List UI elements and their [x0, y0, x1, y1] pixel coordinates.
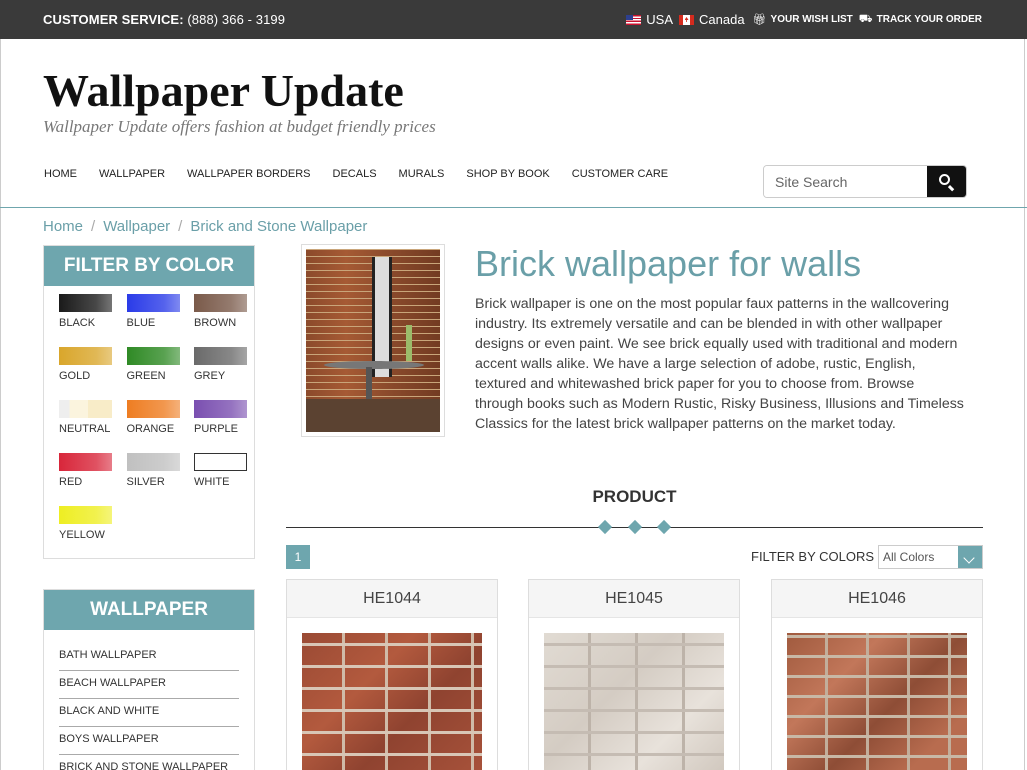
category-link-beach[interactable]: BEACH WALLPAPER	[59, 671, 239, 699]
color-filter-select[interactable]: All Colors	[878, 545, 983, 569]
main-nav: HOME WALLPAPER WALLPAPER BORDERS DECALS …	[44, 168, 690, 180]
chevron-down-icon[interactable]	[958, 546, 982, 568]
canada-link[interactable]: Canada	[699, 12, 745, 27]
truck-icon[interactable]: ⛟	[859, 13, 873, 27]
color-swatch-box[interactable]	[59, 347, 112, 365]
category-link-boys[interactable]: BOYS WALLPAPER	[59, 727, 239, 755]
pagination-page-1[interactable]: 1	[286, 545, 310, 569]
color-swatch-grey[interactable]: GREY	[194, 347, 248, 382]
color-swatch-box[interactable]	[59, 506, 112, 524]
color-swatch-box[interactable]	[59, 400, 112, 418]
color-swatch-box[interactable]	[126, 453, 180, 471]
color-swatch-label[interactable]: NEUTRAL	[59, 423, 113, 435]
breadcrumb: Home / Wallpaper / Brick and Stone Wallpaper	[43, 218, 368, 235]
color-swatch-label[interactable]: GREY	[194, 370, 248, 382]
wallpaper-panel-title: WALLPAPER	[44, 590, 254, 630]
color-swatch-box[interactable]	[194, 294, 247, 312]
color-swatch-label[interactable]: RED	[59, 476, 113, 488]
filter-by-colors-label: FILTER BY COLORS	[751, 549, 875, 564]
product-image[interactable]	[302, 633, 482, 770]
product-card[interactable]: HE1045	[528, 579, 740, 770]
color-swatch-orange[interactable]: ORANGE	[126, 400, 181, 435]
nav-home[interactable]: HOME	[44, 168, 77, 180]
diamond-icon	[656, 519, 672, 535]
diamond-icon	[627, 519, 643, 535]
site-logo[interactable]: Wallpaper Update	[43, 64, 404, 117]
nav-wallpaper[interactable]: WALLPAPER	[99, 168, 165, 180]
color-swatch-label[interactable]: ORANGE	[127, 423, 181, 435]
color-swatch-label[interactable]: PURPLE	[194, 423, 248, 435]
page-title: Brick wallpaper for walls	[475, 243, 862, 284]
color-filter-value: All Colors	[883, 550, 935, 564]
product-sku[interactable]: HE1045	[529, 580, 739, 618]
top-bar: CUSTOMER SERVICE: (888) 366 - 3199 USA C…	[0, 0, 1027, 39]
color-swatch-label[interactable]: WHITE	[194, 476, 248, 488]
color-swatch-box[interactable]	[194, 347, 247, 365]
us-flag-icon[interactable]	[626, 14, 642, 25]
product-sku[interactable]: HE1044	[287, 580, 497, 618]
color-swatch-label[interactable]: BROWN	[194, 317, 248, 329]
color-swatch-green[interactable]: GREEN	[126, 347, 181, 382]
category-link-brick-and-stone[interactable]: BRICK AND STONE WALLPAPER	[59, 755, 239, 770]
filter-by-color-panel: FILTER BY COLOR BLACK BLUE BROWN GOLD GREEN G…	[43, 245, 255, 559]
category-image	[301, 244, 445, 437]
color-swatch-yellow[interactable]: YELLOW	[59, 506, 113, 541]
phone-number[interactable]: (888) 366 - 3199	[187, 12, 285, 27]
product-card[interactable]: HE1046	[771, 579, 983, 770]
search-button[interactable]	[927, 166, 966, 197]
color-swatch-blue[interactable]: BLUE	[126, 294, 181, 329]
nav-customer-care[interactable]: CUSTOMER CARE	[572, 168, 668, 180]
nav-decals[interactable]: DECALS	[333, 168, 377, 180]
color-swatch-box[interactable]	[194, 453, 247, 471]
color-swatch-red[interactable]: RED	[59, 453, 113, 488]
category-description: Brick wallpaper is one on the most popul…	[475, 296, 964, 432]
wish-list-link[interactable]: YOUR WISH LIST	[771, 14, 853, 25]
color-swatch-brown[interactable]: BROWN	[194, 294, 248, 329]
color-swatch-label[interactable]: GOLD	[59, 370, 113, 382]
color-swatch-black[interactable]: BLACK	[59, 294, 113, 329]
canada-flag-icon[interactable]	[679, 14, 695, 25]
color-swatch-label[interactable]: BLACK	[59, 317, 113, 329]
nav-wallpaper-borders[interactable]: WALLPAPER BORDERS	[187, 168, 310, 180]
track-order-link[interactable]: TRACK YOUR ORDER	[877, 14, 982, 25]
color-swatch-box[interactable]	[126, 400, 180, 418]
color-swatch-label[interactable]: GREEN	[127, 370, 181, 382]
product-sku[interactable]: HE1046	[772, 580, 982, 618]
diamond-icon	[597, 519, 613, 535]
color-swatch-purple[interactable]: PURPLE	[194, 400, 248, 435]
nav-murals[interactable]: MURALS	[399, 168, 445, 180]
product-image[interactable]	[544, 633, 724, 770]
product-image[interactable]	[787, 633, 967, 770]
color-swatch-label[interactable]: SILVER	[127, 476, 181, 488]
category-link-black-and-white[interactable]: BLACK AND WHITE	[59, 699, 239, 727]
gift-icon[interactable]: 🎁︎	[753, 13, 767, 26]
breadcrumb-current[interactable]: Brick and Stone Wallpaper	[190, 218, 367, 235]
filter-by-color-title: FILTER BY COLOR	[44, 246, 254, 286]
usa-link[interactable]: USA	[646, 12, 673, 27]
nav-shop-by-book[interactable]: SHOP BY BOOK	[466, 168, 549, 180]
color-swatch-label[interactable]: YELLOW	[59, 529, 113, 541]
breadcrumb-wallpaper[interactable]: Wallpaper	[103, 218, 170, 235]
breadcrumb-home[interactable]: Home	[43, 218, 83, 235]
search-input[interactable]	[764, 166, 927, 197]
customer-service: CUSTOMER SERVICE: (888) 366 - 3199	[43, 12, 285, 27]
color-swatch-box[interactable]	[59, 453, 112, 471]
site-search	[763, 165, 967, 198]
color-swatch-white[interactable]: WHITE	[194, 453, 248, 488]
search-icon	[939, 174, 950, 185]
color-swatch-box[interactable]	[59, 294, 112, 312]
color-swatch-neutral[interactable]: NEUTRAL	[59, 400, 113, 435]
color-swatch-box[interactable]	[126, 294, 180, 312]
site-tagline: Wallpaper Update offers fashion at budge…	[43, 117, 436, 136]
color-swatch-silver[interactable]: SILVER	[126, 453, 181, 488]
color-swatch-box[interactable]	[194, 400, 247, 418]
color-swatch-gold[interactable]: GOLD	[59, 347, 113, 382]
product-card[interactable]: HE1044	[286, 579, 498, 770]
color-swatch-label[interactable]: BLUE	[127, 317, 181, 329]
wallpaper-category-panel: WALLPAPER BATH WALLPAPER BEACH WALLPAPER…	[43, 589, 255, 770]
color-swatch-box[interactable]	[126, 347, 180, 365]
customer-service-label: CUSTOMER SERVICE:	[43, 12, 184, 27]
product-heading: PRODUCT	[592, 487, 677, 506]
category-link-bath[interactable]: BATH WALLPAPER	[59, 643, 239, 671]
